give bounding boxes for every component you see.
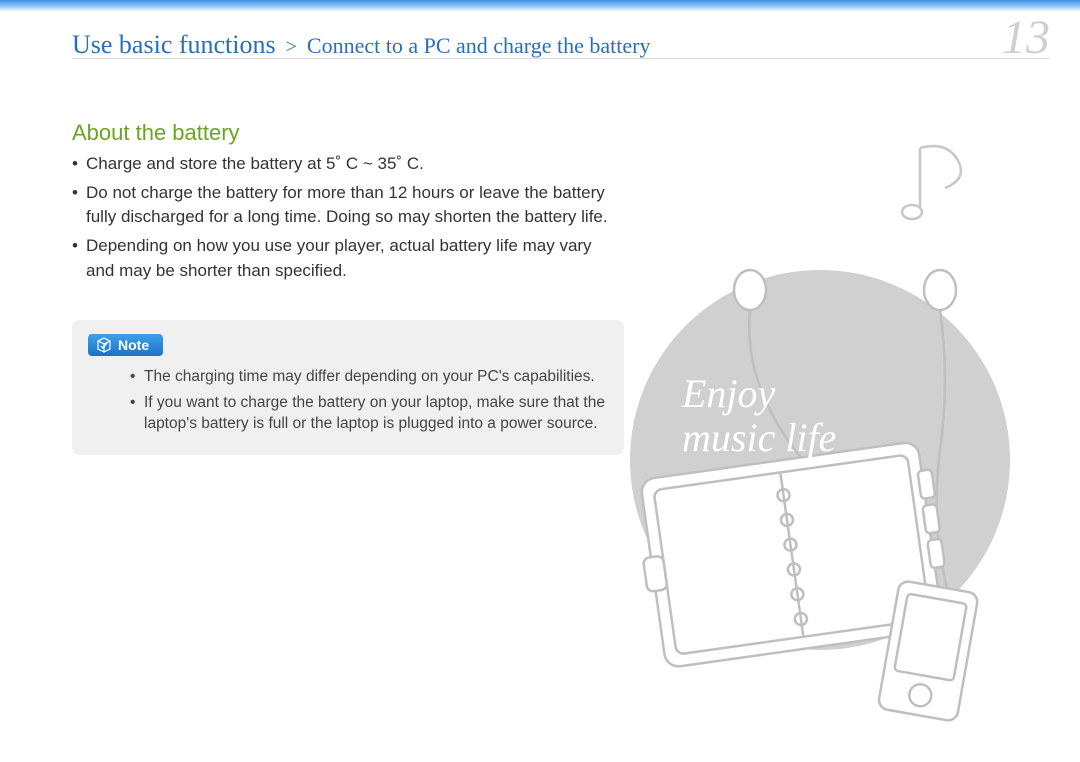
caption-line-2: music life bbox=[682, 416, 836, 460]
note-label: Note bbox=[118, 337, 149, 353]
list-item: Do not charge the battery for more than … bbox=[72, 181, 612, 230]
battery-bullet-list: Charge and store the battery at 5˚ C ~ 3… bbox=[72, 152, 612, 287]
note-box: Note The charging time may differ depend… bbox=[72, 320, 624, 455]
breadcrumb: Use basic functions > Connect to a PC an… bbox=[72, 30, 650, 60]
illustration-caption: Enjoy music life bbox=[682, 372, 836, 460]
header: Use basic functions > Connect to a PC an… bbox=[72, 14, 1050, 62]
page-number: 13 bbox=[1002, 14, 1050, 62]
note-cube-icon bbox=[96, 337, 112, 353]
section-title: About the battery bbox=[72, 120, 240, 146]
list-item: Depending on how you use your player, ac… bbox=[72, 234, 612, 283]
list-item: The charging time may differ depending o… bbox=[130, 366, 608, 388]
list-item: If you want to charge the battery on you… bbox=[130, 392, 608, 435]
note-list: The charging time may differ depending o… bbox=[88, 366, 608, 435]
top-gradient-bar bbox=[0, 0, 1080, 12]
breadcrumb-separator: > bbox=[286, 36, 297, 58]
breadcrumb-sub: Connect to a PC and charge the battery bbox=[307, 33, 651, 58]
note-badge: Note bbox=[88, 334, 163, 356]
enjoy-music-illustration bbox=[560, 130, 1080, 750]
list-item: Charge and store the battery at 5˚ C ~ 3… bbox=[72, 152, 612, 177]
caption-line-1: Enjoy bbox=[682, 372, 836, 416]
header-divider bbox=[72, 58, 1050, 59]
breadcrumb-main: Use basic functions bbox=[72, 30, 276, 59]
